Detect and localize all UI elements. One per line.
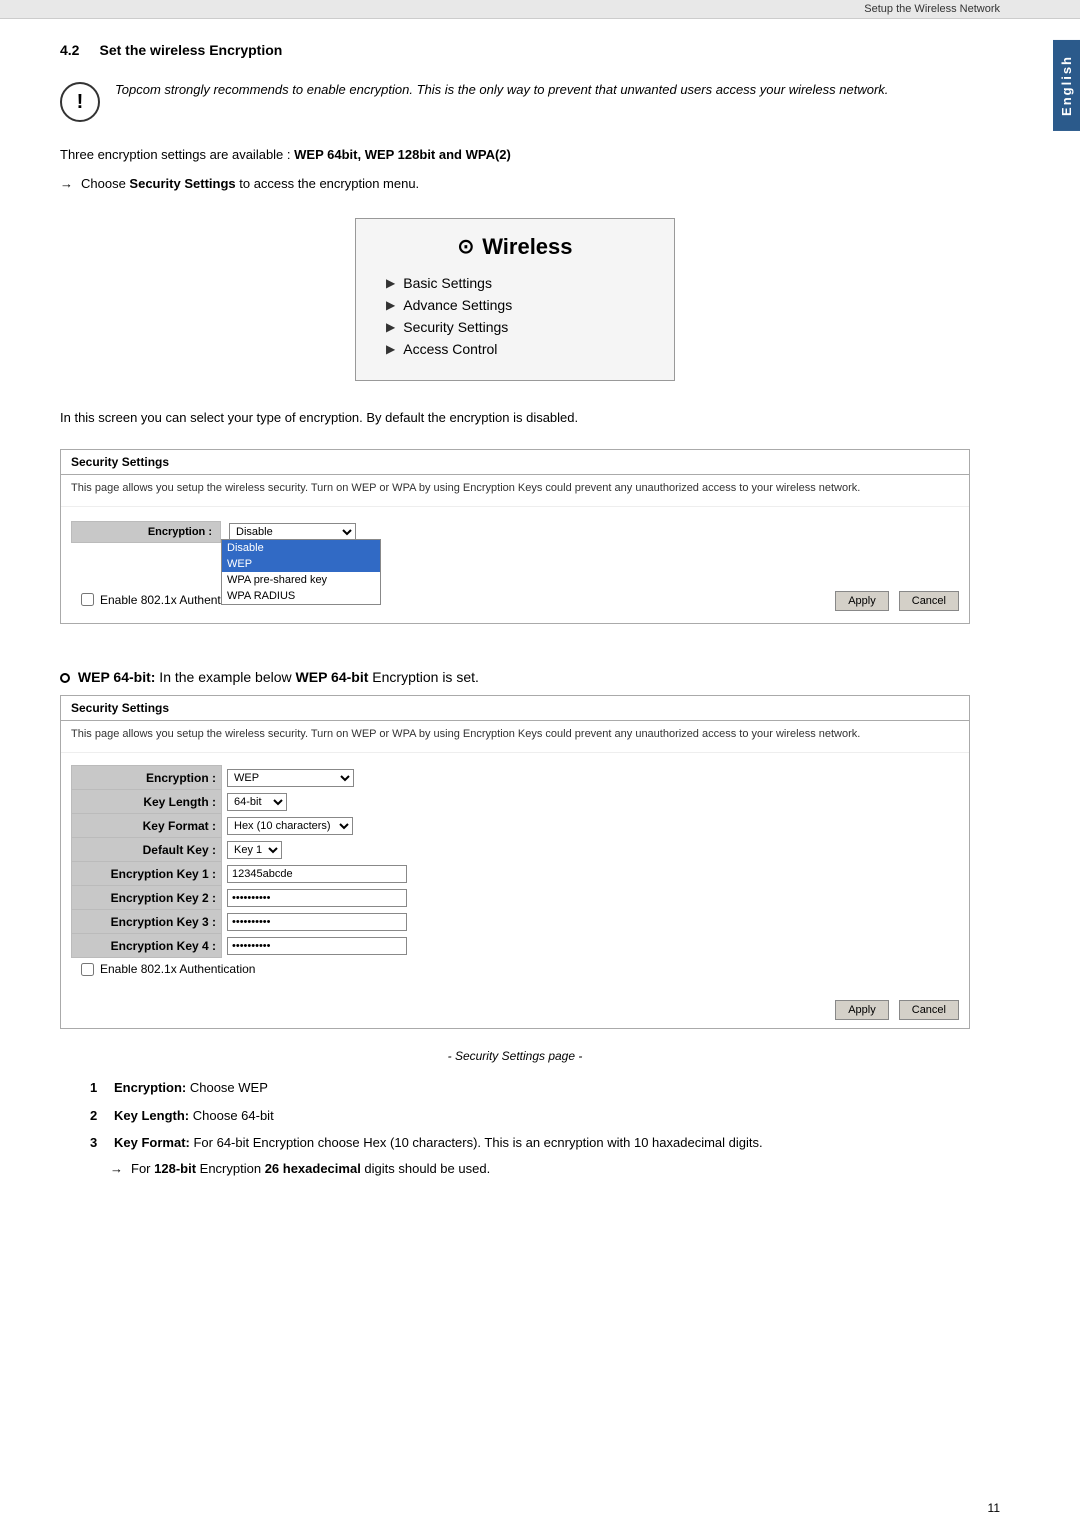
label-key-format: Key Format : bbox=[72, 814, 222, 838]
sub-arrow-item: → For 128-bit Encryption 26 hexadecimal … bbox=[60, 1161, 970, 1176]
form-row-default-key: Default Key : Key 1 Key 2 Key 3 Key 4 bbox=[72, 838, 959, 862]
security-panel-2: Security Settings This page allows you s… bbox=[60, 695, 970, 1029]
form-row-enc-key-1: Encryption Key 1 : bbox=[72, 862, 959, 886]
security-panel-2-body: Encryption : WEP Disable WPA pre-shared … bbox=[61, 753, 969, 992]
caption-text: - Security Settings page - bbox=[60, 1049, 970, 1063]
encryption-label: Encryption : bbox=[71, 521, 221, 543]
para-encryption-default: In this screen you can select your type … bbox=[60, 408, 970, 429]
form-row-enc-key-2: Encryption Key 2 : bbox=[72, 886, 959, 910]
menu-item-basic-settings[interactable]: ▶ Basic Settings bbox=[386, 272, 644, 294]
circle-bullet-icon bbox=[60, 673, 70, 683]
enable-802-checkbox-2[interactable] bbox=[81, 963, 94, 976]
menu-arrow-icon: ▶ bbox=[386, 298, 395, 312]
value-key-format: Hex (10 characters) ASCII (5 characters) bbox=[222, 814, 959, 838]
cancel-button-2[interactable]: Cancel bbox=[899, 1000, 959, 1020]
dropdown-option-wep[interactable]: WEP bbox=[222, 556, 380, 572]
page-number: 11 bbox=[988, 1501, 1000, 1515]
menu-arrow-icon: ▶ bbox=[386, 276, 395, 290]
info-text: Topcom strongly recommends to enable enc… bbox=[115, 80, 888, 100]
wireless-menu-box: ⊙ Wireless ▶ Basic Settings ▶ Advance Se… bbox=[355, 218, 675, 381]
dropdown-option-wpa-psk[interactable]: WPA pre-shared key bbox=[222, 572, 380, 588]
info-icon: ! bbox=[60, 82, 100, 122]
list-item-1: 1 Encryption: Choose WEP bbox=[90, 1078, 970, 1098]
label-encryption: Encryption : bbox=[72, 766, 222, 790]
label-key-length: Key Length : bbox=[72, 790, 222, 814]
apply-button-1[interactable]: Apply bbox=[835, 591, 889, 611]
cancel-button-1[interactable]: Cancel bbox=[899, 591, 959, 611]
encryption-row: Encryption : Disable WEP WPA pre-shared … bbox=[71, 519, 364, 545]
form-row-key-length: Key Length : 64-bit 128-bit bbox=[72, 790, 959, 814]
wep-heading: WEP 64-bit: In the example below WEP 64-… bbox=[60, 669, 970, 685]
sub-arrow-icon: → bbox=[110, 1161, 123, 1176]
value-encryption: WEP Disable WPA pre-shared key WPA RADIU… bbox=[222, 766, 959, 790]
security-panel-2-header: Security Settings bbox=[61, 696, 969, 721]
side-tab-english: English bbox=[1053, 40, 1080, 131]
top-bar-text: Setup the Wireless Network bbox=[864, 3, 1000, 15]
security-panel-1-desc: This page allows you setup the wireless … bbox=[61, 475, 969, 507]
wireless-title: ⊙ Wireless bbox=[386, 234, 644, 260]
wireless-icon: ⊙ bbox=[457, 234, 474, 259]
value-enc-key-4 bbox=[222, 934, 959, 958]
security-panel-2-desc: This page allows you setup the wireless … bbox=[61, 721, 969, 753]
security-form-table: Encryption : WEP Disable WPA pre-shared … bbox=[71, 765, 959, 958]
section-title: 4.2 Set the wireless Encryption bbox=[60, 39, 970, 60]
enable-802-checkbox-1[interactable] bbox=[81, 593, 94, 606]
menu-item-advance-settings[interactable]: ▶ Advance Settings bbox=[386, 294, 644, 316]
default-key-select[interactable]: Key 1 Key 2 Key 3 Key 4 bbox=[227, 841, 282, 859]
value-default-key: Key 1 Key 2 Key 3 Key 4 bbox=[222, 838, 959, 862]
para-encryption-options: Three encryption settings are available … bbox=[60, 145, 970, 166]
enc-key-1-input[interactable] bbox=[227, 865, 407, 883]
label-enc-key-3: Encryption Key 3 : bbox=[72, 910, 222, 934]
label-enc-key-1: Encryption Key 1 : bbox=[72, 862, 222, 886]
label-default-key: Default Key : bbox=[72, 838, 222, 862]
label-enc-key-2: Encryption Key 2 : bbox=[72, 886, 222, 910]
top-bar: Setup the Wireless Network bbox=[0, 0, 1080, 19]
main-content: 4.2 Set the wireless Encryption ! Topcom… bbox=[0, 19, 1050, 1196]
value-key-length: 64-bit 128-bit bbox=[222, 790, 959, 814]
menu-item-access-control[interactable]: ▶ Access Control bbox=[386, 338, 644, 360]
arrow-icon: → bbox=[60, 176, 73, 191]
enc-key-3-input[interactable] bbox=[227, 913, 407, 931]
enc-key-4-input[interactable] bbox=[227, 937, 407, 955]
buttons-row-1: Apply Cancel bbox=[835, 591, 959, 611]
form-row-encryption: Encryption : WEP Disable WPA pre-shared … bbox=[72, 766, 959, 790]
arrow-item-security-settings: → Choose Security Settings to access the… bbox=[60, 176, 970, 191]
form-row-key-format: Key Format : Hex (10 characters) ASCII (… bbox=[72, 814, 959, 838]
enc-key-2-input[interactable] bbox=[227, 889, 407, 907]
numbered-list: 1 Encryption: Choose WEP 2 Key Length: C… bbox=[60, 1078, 970, 1153]
encryption-select-2[interactable]: WEP Disable WPA pre-shared key WPA RADIU… bbox=[227, 769, 354, 787]
security-panel-1-header: Security Settings bbox=[61, 450, 969, 475]
value-enc-key-1 bbox=[222, 862, 959, 886]
dropdown-option-wpa-radius[interactable]: WPA RADIUS bbox=[222, 588, 380, 604]
menu-arrow-icon: ▶ bbox=[386, 320, 395, 334]
value-enc-key-3 bbox=[222, 910, 959, 934]
security-panel-1-body: Encryption : Disable WEP WPA pre-shared … bbox=[61, 507, 969, 623]
encryption-dropdown-open: Disable WEP WPA pre-shared key WPA RADIU… bbox=[221, 539, 381, 605]
form-row-enc-key-4: Encryption Key 4 : bbox=[72, 934, 959, 958]
apply-button-2[interactable]: Apply bbox=[835, 1000, 889, 1020]
key-format-select[interactable]: Hex (10 characters) ASCII (5 characters) bbox=[227, 817, 353, 835]
buttons-row-2: Apply Cancel bbox=[61, 992, 969, 1028]
encryption-value-cell: Disable WEP WPA pre-shared key WPA RADIU… bbox=[221, 519, 364, 545]
dropdown-option-disable[interactable]: Disable bbox=[222, 540, 380, 556]
form-row-enc-key-3: Encryption Key 3 : bbox=[72, 910, 959, 934]
menu-item-security-settings[interactable]: ▶ Security Settings bbox=[386, 316, 644, 338]
list-item-2: 2 Key Length: Choose 64-bit bbox=[90, 1106, 970, 1126]
security-panel-1: Security Settings This page allows you s… bbox=[60, 449, 970, 624]
enable-802-label-2: Enable 802.1x Authentication bbox=[100, 962, 255, 976]
list-item-3: 3 Key Format: For 64-bit Encryption choo… bbox=[90, 1133, 970, 1153]
label-enc-key-4: Encryption Key 4 : bbox=[72, 934, 222, 958]
info-box: ! Topcom strongly recommends to enable e… bbox=[60, 75, 970, 127]
value-enc-key-2 bbox=[222, 886, 959, 910]
menu-arrow-icon: ▶ bbox=[386, 342, 395, 356]
key-length-select[interactable]: 64-bit 128-bit bbox=[227, 793, 287, 811]
checkbox-row-2: Enable 802.1x Authentication bbox=[71, 958, 959, 980]
